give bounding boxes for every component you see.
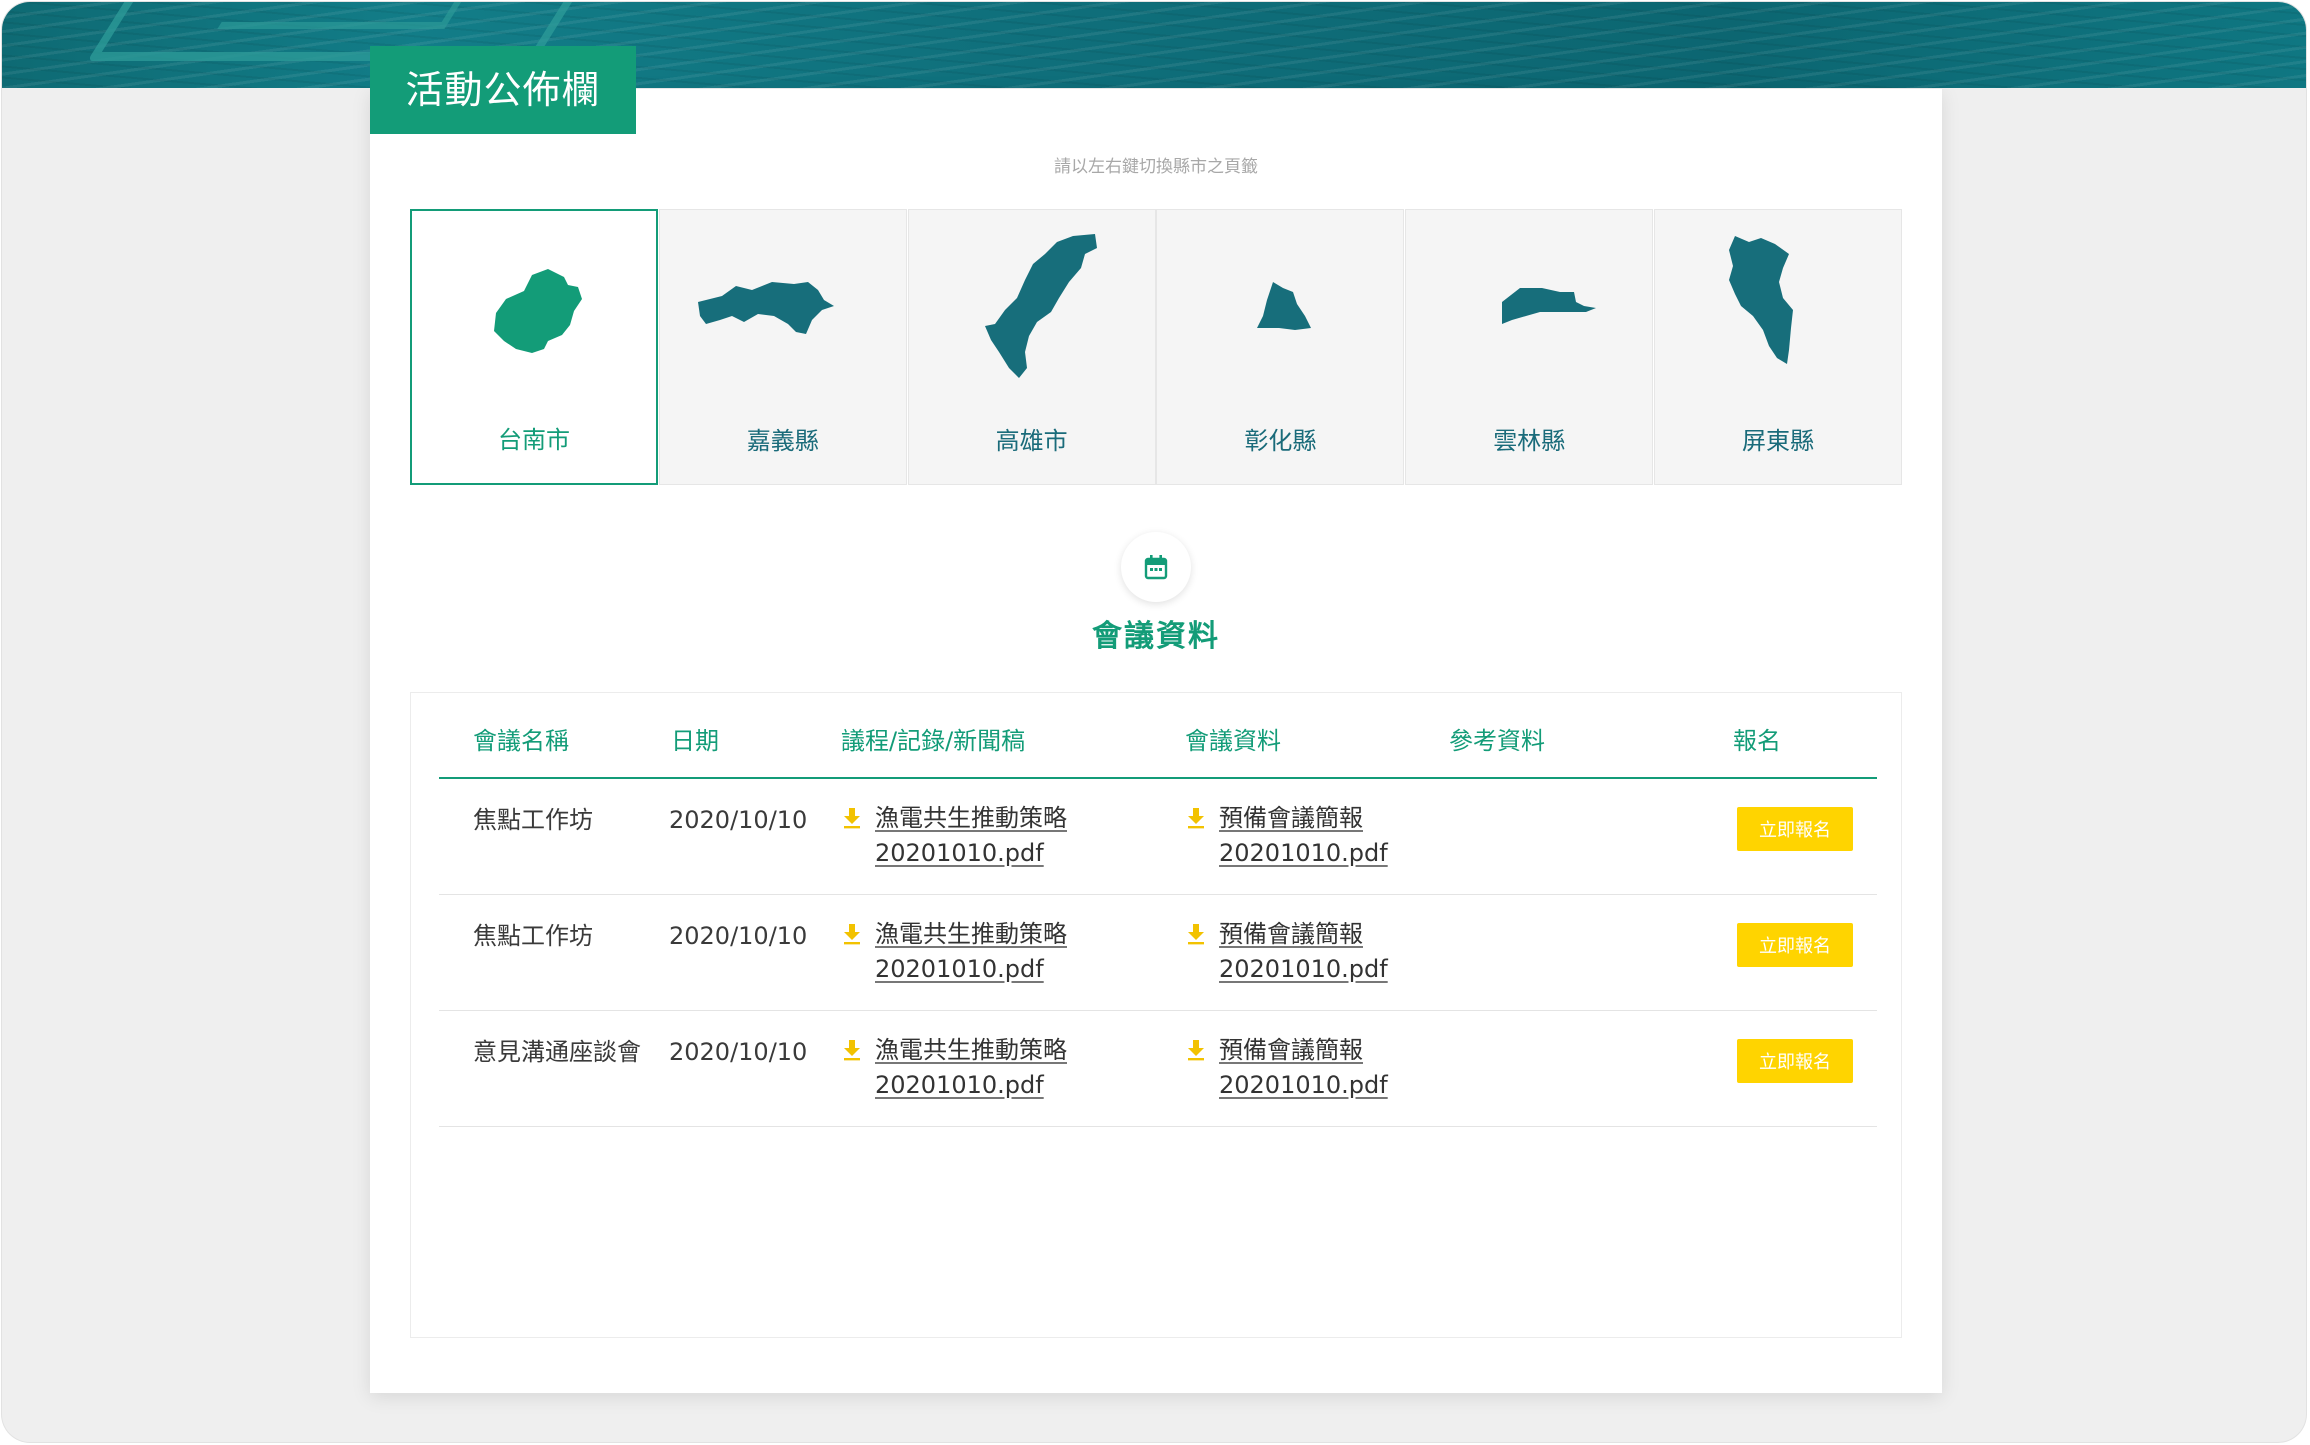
tab-label: 台南市 [498,426,570,454]
meeting-date: 2020/10/10 [669,1038,808,1066]
tab-kaohsiung[interactable]: 高雄市 [907,209,1156,485]
bulletin-card: 請以左右鍵切換縣市之頁籤 台南市 嘉義縣 高雄市 彰化縣 雲林縣 屏東縣 會議資… [370,89,1942,1393]
signup-button[interactable]: 立即報名 [1737,1039,1853,1083]
changhua-map-icon [1257,282,1312,330]
table-row: 焦點工作坊 2020/10/10 漁電共生推動策略 20201010.pdf 預備… [439,895,1877,1011]
tab-yunlin[interactable]: 雲林縣 [1405,209,1654,485]
table-header: 會議名稱 日期 議程/記錄/新聞稿 會議資料 參考資料 報名 [439,693,1877,779]
agenda-file-title: 漁電共生推動策略 [875,804,1067,832]
signup-button[interactable]: 立即報名 [1737,923,1853,967]
meeting-name: 焦點工作坊 [473,806,593,834]
tab-label: 嘉義縣 [746,427,819,455]
table-row: 焦點工作坊 2020/10/10 漁電共生推動策略 20201010.pdf 預備… [439,779,1877,895]
meeting-table: 會議名稱 日期 議程/記錄/新聞稿 會議資料 參考資料 報名 焦點工作坊 202… [410,692,1902,1338]
header-date: 日期 [671,727,719,755]
tab-chiayi[interactable]: 嘉義縣 [658,209,907,485]
chiayi-map-icon [697,282,834,334]
region-tabs: 台南市 嘉義縣 高雄市 彰化縣 雲林縣 屏東縣 [410,209,1902,487]
keyboard-hint: 請以左右鍵切換縣市之頁籤 [1054,157,1258,177]
materials-file-name: 20201010.pdf [1219,955,1388,983]
ocean-banner [2,2,2306,88]
meeting-date: 2020/10/10 [669,806,808,834]
table-row: 意見溝通座談會 2020/10/10 漁電共生推動策略 20201010.pdf … [439,1011,1877,1127]
yunlin-map-icon [1502,288,1597,324]
meeting-name: 意見溝通座談會 [473,1038,641,1066]
materials-file-title: 預備會議簡報 [1219,1036,1363,1064]
materials-file-name: 20201010.pdf [1219,839,1388,867]
agenda-file-title: 漁電共生推動策略 [875,920,1067,948]
materials-file-name: 20201010.pdf [1219,1071,1388,1099]
tab-label: 高雄市 [995,427,1068,455]
agenda-file-name: 20201010.pdf [875,1071,1044,1099]
pingtung-map-icon [1728,236,1793,364]
meeting-name: 焦點工作坊 [473,922,593,950]
materials-file-title: 預備會議簡報 [1219,804,1363,832]
download-icon [844,924,860,945]
signup-button[interactable]: 立即報名 [1737,807,1853,851]
tab-label: 雲林縣 [1493,427,1566,455]
tainan-map-icon [494,269,582,353]
download-icon [1188,1040,1204,1061]
agenda-file-name: 20201010.pdf [875,955,1044,983]
download-icon [1188,808,1204,829]
agenda-file-title: 漁電共生推動策略 [875,1036,1067,1064]
tab-changhua[interactable]: 彰化縣 [1156,209,1405,485]
tab-tainan[interactable]: 台南市 [410,209,658,485]
header-materials: 會議資料 [1185,727,1281,755]
app-frame: 請以左右鍵切換縣市之頁籤 台南市 嘉義縣 高雄市 彰化縣 雲林縣 屏東縣 會議資… [2,2,2306,1442]
tab-label: 彰化縣 [1244,427,1317,455]
calendar-badge [1121,532,1191,602]
header-signup: 報名 [1733,727,1781,755]
section-title: 會議資料 [1092,619,1220,654]
header-reference: 參考資料 [1449,727,1545,755]
fish-farm-pier-image-detail [217,2,474,29]
meeting-date: 2020/10/10 [669,922,808,950]
download-icon [844,808,860,829]
header-name: 會議名稱 [473,727,569,755]
materials-file-title: 預備會議簡報 [1219,920,1363,948]
calendar-icon [1144,555,1168,580]
agenda-file-name: 20201010.pdf [875,839,1044,867]
download-icon [1188,924,1204,945]
tab-label: 屏東縣 [1741,427,1814,455]
page-title: 活動公佈欄 [370,46,636,134]
tab-pingtung[interactable]: 屏東縣 [1653,209,1902,485]
download-icon [844,1040,860,1061]
kaohsiung-map-icon [984,234,1097,378]
header-agenda: 議程/記錄/新聞稿 [841,727,1026,755]
